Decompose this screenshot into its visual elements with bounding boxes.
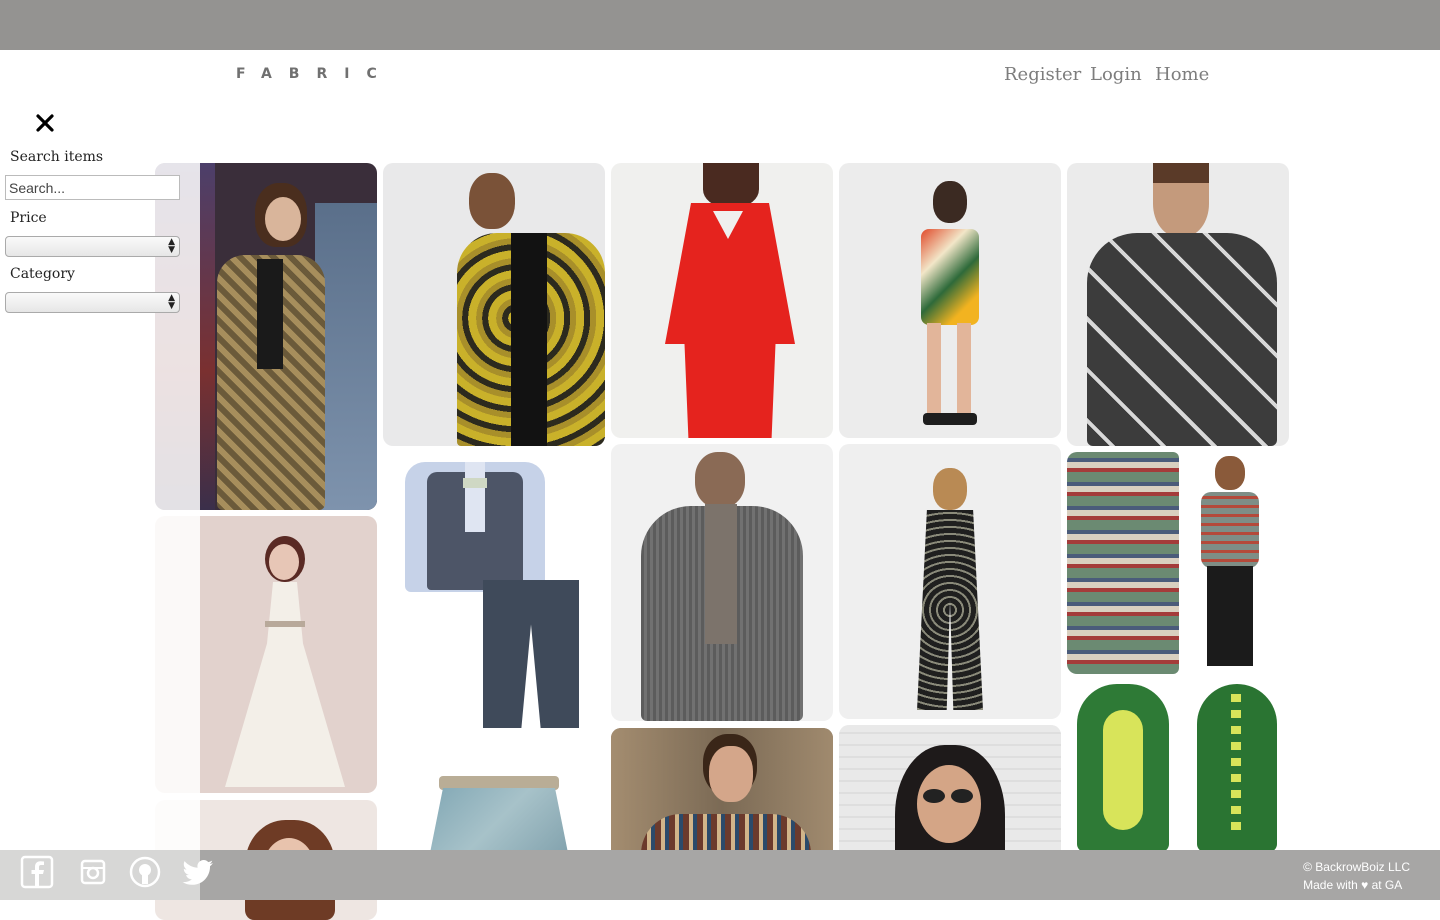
- search-input[interactable]: [5, 175, 180, 200]
- close-icon[interactable]: [34, 112, 56, 134]
- product-card-fair-isle-cardigan[interactable]: [1067, 452, 1289, 674]
- search-items-label: Search items: [10, 149, 104, 165]
- select-arrows-icon: ▲ ▼: [168, 293, 175, 311]
- nav-home-link[interactable]: Home: [1155, 64, 1209, 85]
- product-card-floral-playsuit[interactable]: [839, 163, 1061, 438]
- product-card-printed-bomber-jacket[interactable]: [383, 163, 605, 446]
- made-with-text: Made with ♥ at GA: [1303, 878, 1403, 892]
- product-card-floral-jumpsuit[interactable]: [839, 444, 1061, 719]
- price-select[interactable]: ▲ ▼: [5, 236, 180, 257]
- nav-login-link[interactable]: Login: [1090, 64, 1142, 85]
- top-banner: [0, 0, 1440, 50]
- copyright-text: © BackrowBoiz LLC: [1303, 860, 1410, 874]
- category-label: Category: [10, 266, 75, 282]
- select-arrows-icon: ▲ ▼: [168, 237, 175, 255]
- product-card-rocket-print-sweater[interactable]: [1067, 163, 1289, 446]
- category-select[interactable]: ▲ ▼: [5, 292, 180, 313]
- instagram-icon[interactable]: [76, 855, 110, 889]
- product-card-red-suit[interactable]: [611, 163, 833, 438]
- facebook-icon[interactable]: [20, 855, 54, 889]
- footer: [0, 850, 1440, 900]
- footer-credits: © BackrowBoiz LLC Made with ♥ at GA: [1303, 858, 1410, 894]
- price-label: Price: [10, 210, 47, 226]
- product-card-boys-waistcoat-set[interactable]: [383, 452, 605, 752]
- github-icon[interactable]: [128, 855, 162, 889]
- twitter-icon[interactable]: [182, 855, 216, 889]
- product-card-grey-knit-cardigan[interactable]: [611, 444, 833, 721]
- brand-logo[interactable]: FABRIC: [236, 66, 394, 82]
- nav-register-link[interactable]: Register: [1004, 64, 1081, 85]
